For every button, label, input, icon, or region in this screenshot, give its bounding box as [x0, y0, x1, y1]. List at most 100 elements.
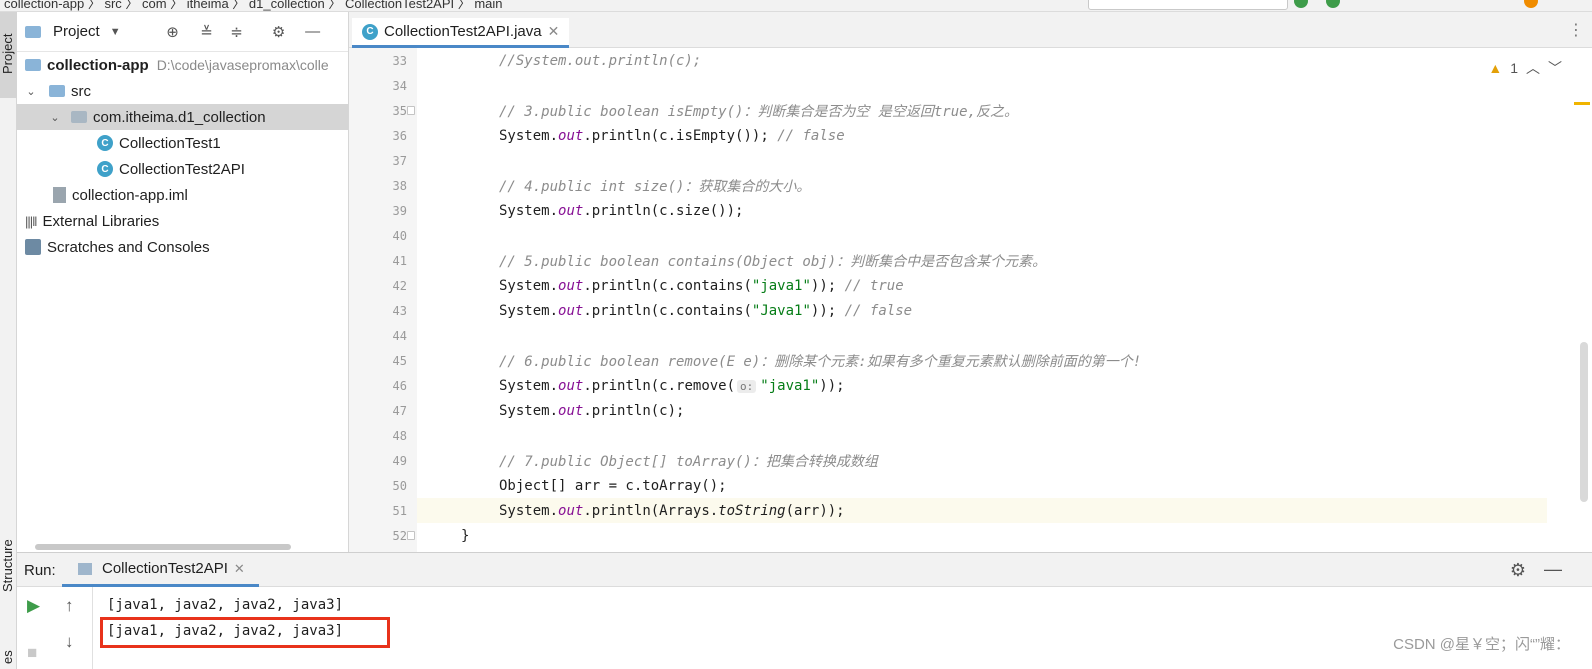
code-text: Object[] arr = c.toArray(); — [499, 478, 727, 494]
line-number: 38 — [392, 178, 407, 193]
chevron-up-icon[interactable]: ︿ — [1526, 58, 1540, 78]
console-line: [java1, java2, java2, java3] — [107, 597, 344, 613]
line-number: 40 — [392, 228, 407, 243]
tree-node-libraries[interactable]: |||‖ External Libraries — [25, 208, 159, 234]
code-token: // 7.public Object[] toArray()：把集合转换成数组 — [499, 453, 878, 470]
user-icon[interactable] — [1524, 0, 1538, 8]
code-token: out — [558, 377, 584, 394]
chevron-down-icon[interactable]: ▼ — [110, 26, 121, 38]
code-token: out — [558, 202, 584, 219]
vertical-scrollbar[interactable] — [1580, 342, 1588, 502]
code-line[interactable]: 42 System.out.println(c.contains("java1")… — [393, 273, 1547, 298]
tab-collectiontest2api[interactable]: C CollectionTest2API.java ✕ — [352, 18, 570, 48]
tree-node-package[interactable]: ⌄ com.itheima.d1_collection — [17, 104, 348, 130]
code-token: //System.out.println(c); — [499, 52, 702, 69]
line-number: 41 — [392, 253, 407, 268]
line-number: 33 — [392, 53, 407, 68]
chevron-down-icon[interactable]: ﹀ — [1548, 58, 1562, 78]
debug-icon[interactable] — [1326, 0, 1340, 8]
stop-icon[interactable]: ■ — [27, 643, 37, 663]
minimize-icon[interactable]: — — [1544, 559, 1562, 580]
arrow-up-icon[interactable]: ↑ — [65, 596, 74, 616]
code-text: System.out.println(c); — [499, 403, 684, 419]
code-text: System.out.println(c.contains("Java1"));… — [499, 303, 912, 319]
code-line[interactable]: 52} — [393, 523, 1547, 548]
code-token: out — [558, 302, 584, 319]
close-icon[interactable]: ✕ — [548, 23, 560, 40]
editor-tab-bar: C CollectionTest2API.java ✕ ⋮ — [349, 12, 1592, 48]
expand-all-icon[interactable]: ≚ — [197, 22, 217, 42]
code-line[interactable]: 37 — [393, 148, 1547, 173]
code-area[interactable]: 33 //System.out.println(c); 34 35 // 3.publi… — [393, 48, 1547, 552]
collapse-all-icon[interactable]: ≑ — [227, 22, 247, 42]
tree-node-class[interactable]: C CollectionTest1 — [97, 130, 221, 156]
code-token: .println(c.contains( — [583, 302, 752, 319]
code-line[interactable]: 33 //System.out.println(c); — [393, 48, 1547, 73]
tree-node-class[interactable]: C CollectionTest2API — [97, 156, 245, 182]
fold-marker-icon[interactable] — [407, 106, 415, 115]
run-label: Run: — [24, 562, 56, 579]
warning-marker[interactable] — [1574, 102, 1590, 105]
project-panel-title[interactable]: Project — [53, 23, 100, 40]
chevron-down-icon[interactable]: ⌄ — [23, 85, 39, 98]
project-panel: Project ▼ ⊕ ≚ ≑ ⚙ — collection-app D:\co… — [17, 12, 349, 552]
code-token: System. — [499, 127, 559, 144]
fold-marker-icon[interactable] — [407, 531, 415, 540]
tree-node-file[interactable]: collection-app.iml — [53, 182, 188, 208]
project-icon — [25, 25, 41, 38]
code-text: System.out.println(c.size()); — [499, 203, 743, 219]
code-token: "Java1" — [751, 302, 811, 319]
line-number: 42 — [392, 278, 407, 293]
code-token: System. — [499, 402, 559, 419]
module-path: D:\code\javasepromax\colle — [156, 57, 329, 73]
navigation-bar: collection-app 〉 src 〉 com 〉 itheima 〉 d… — [0, 0, 1592, 12]
code-line[interactable]: 45 // 6.public boolean remove(E e)：删除某个元素… — [393, 348, 1547, 373]
arrow-down-icon[interactable]: ↓ — [65, 632, 74, 652]
breadcrumb[interactable]: collection-app 〉 src 〉 com 〉 itheima 〉 d… — [4, 0, 503, 11]
gear-icon[interactable]: ⚙ — [269, 22, 289, 42]
package-icon — [71, 111, 87, 123]
horizontal-scrollbar[interactable] — [35, 544, 291, 550]
minimize-icon[interactable]: — — [303, 22, 323, 42]
code-line[interactable]: 49 // 7.public Object[] toArray()：把集合转换成数… — [393, 448, 1547, 473]
code-line[interactable]: 38 // 4.public int size()：获取集合的大小。 — [393, 173, 1547, 198]
project-panel-header: Project ▼ ⊕ ≚ ≑ ⚙ — — [17, 12, 348, 52]
code-line[interactable]: 51 System.out.println(Arrays.toString(arr… — [393, 498, 1547, 523]
code-line[interactable]: 39 System.out.println(c.size()); — [393, 198, 1547, 223]
code-line[interactable]: 50 Object[] arr = c.toArray(); — [393, 473, 1547, 498]
code-token: // true — [844, 277, 904, 294]
run-panel-header: Run: CollectionTest2API ✕ ⚙ — — [17, 553, 1592, 587]
inspection-widget[interactable]: ▲ 1 ︿ ﹀ — [1488, 58, 1562, 78]
code-line[interactable]: 36 System.out.println(c.isEmpty()); // fa… — [393, 123, 1547, 148]
close-icon[interactable]: ✕ — [234, 561, 245, 577]
code-token: // 4.public int size()：获取集合的大小。 — [499, 178, 811, 195]
tree-node-module[interactable]: collection-app D:\code\javasepromax\coll… — [25, 52, 349, 78]
structure-tool-label[interactable]: Structure — [0, 539, 15, 592]
code-text: // 7.public Object[] toArray()：把集合转换成数组 — [499, 451, 878, 471]
code-text: } — [461, 528, 469, 544]
java-class-icon: C — [97, 135, 113, 151]
project-tool-label[interactable]: Project — [0, 34, 15, 74]
chevron-down-icon[interactable]: ⌄ — [47, 111, 63, 124]
rerun-icon[interactable]: ▶ — [27, 596, 40, 616]
code-line[interactable]: 40 — [393, 223, 1547, 248]
code-line[interactable]: 43 System.out.println(c.contains("Java1")… — [393, 298, 1547, 323]
code-line[interactable]: 46 System.out.println(c.remove(o: "java1")… — [393, 373, 1547, 398]
tab-run-collectiontest2api[interactable]: CollectionTest2API ✕ — [62, 553, 259, 587]
tree-node-scratches[interactable]: Scratches and Consoles — [25, 234, 210, 260]
run-icon[interactable] — [1294, 0, 1308, 8]
code-line[interactable]: 35 // 3.public boolean isEmpty()：判断集合是否为空… — [393, 98, 1547, 123]
folder-icon — [49, 85, 65, 97]
code-line[interactable]: 44 — [393, 323, 1547, 348]
code-line[interactable]: 41 // 5.public boolean contains(Object ob… — [393, 248, 1547, 273]
code-line[interactable]: 47 System.out.println(c); — [393, 398, 1547, 423]
gear-icon[interactable]: ⚙ — [1510, 560, 1526, 581]
library-icon: |||‖ — [25, 213, 37, 229]
code-line[interactable]: 48 — [393, 423, 1547, 448]
run-configuration-selector[interactable] — [1088, 0, 1288, 10]
code-line[interactable]: 34 — [393, 73, 1547, 98]
more-icon[interactable]: ⋮ — [1568, 20, 1584, 40]
tree-node-src[interactable]: ⌄ src — [23, 78, 91, 104]
bookmarks-tool-label[interactable]: es — [0, 650, 15, 664]
locate-icon[interactable]: ⊕ — [163, 22, 183, 42]
